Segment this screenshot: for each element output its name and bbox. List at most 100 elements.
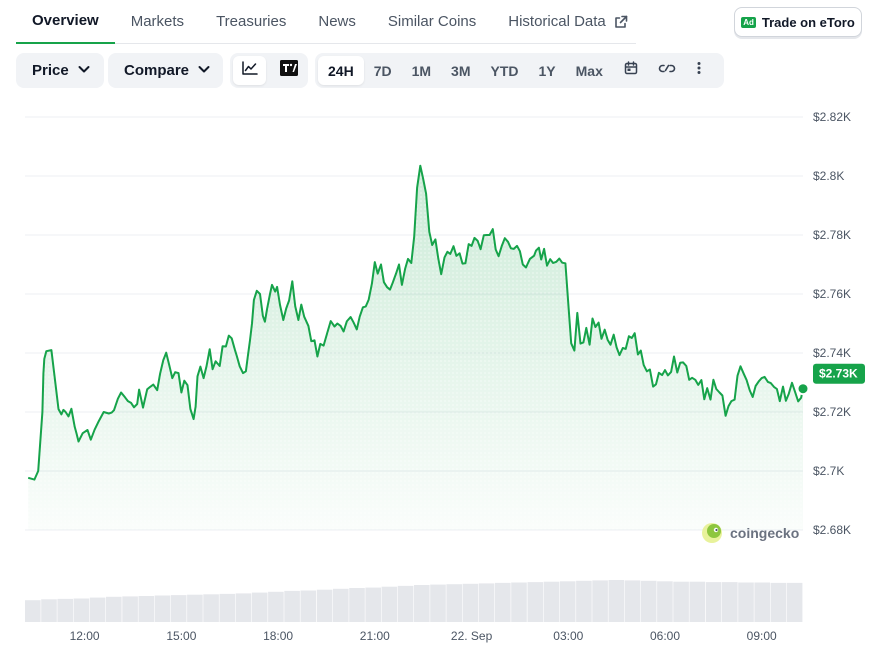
volume-bar [365,587,381,622]
price-chart[interactable]: $2.68K $2.7K $2.72K $2.74K $2.76K $2.78K $2.8K… [0,100,872,650]
share-link-button[interactable] [649,56,685,85]
volume-bar [495,582,511,622]
volume-bar [300,590,317,622]
volume-bar [203,594,219,622]
y-tick-label: $2.76K [813,287,851,301]
volume-bar [414,585,430,622]
x-tick-label: 21:00 [360,629,390,643]
y-tick-label: $2.8K [813,169,844,183]
volume-bar [576,580,592,622]
external-link-icon [614,15,628,29]
y-tick-label: $2.82K [813,110,851,124]
tab-markets[interactable]: Markets [115,0,200,44]
tab-historical-data-label: Historical Data [508,13,606,30]
volume-bar [722,582,738,622]
time-range-toolbar: 24H 7D 1M 3M YTD 1Y Max [315,53,724,88]
y-tick-label: $2.78K [813,228,851,242]
tradingview-icon [279,60,298,81]
chevron-down-icon [77,62,91,80]
y-tick-label: $2.68K [813,523,851,537]
range-3m-button[interactable]: 3M [441,56,480,85]
link-icon [658,61,676,80]
calendar-button[interactable] [613,56,649,85]
range-24h-button[interactable]: 24H [318,56,364,85]
x-tick-label: 12:00 [70,629,100,643]
x-tick-label: 15:00 [166,629,196,643]
volume-bar [251,592,268,622]
volume-bar [122,596,138,622]
volume-bar [154,595,171,622]
tradingview-button[interactable] [272,56,305,85]
volume-bar [349,588,365,622]
more-vertical-icon [697,61,701,80]
volume-bar [138,596,155,622]
volume-bar [106,596,122,622]
chevron-down-icon [197,62,211,80]
y-tick-label: $2.72K [813,405,851,419]
volume-bar [640,580,657,622]
volume-bar [446,584,462,622]
coingecko-logo-icon [702,523,722,543]
volume-bar [219,593,236,622]
trade-button-label: Trade on eToro [761,14,855,30]
compare-dropdown[interactable]: Compare [108,53,223,88]
volume-bar [786,582,803,622]
volume-bar [284,590,300,622]
coingecko-watermark: coingecko [702,523,799,543]
current-price-label: $2.73K [819,367,858,381]
tab-treasuries[interactable]: Treasuries [200,0,302,44]
volume-bar [170,595,187,622]
range-1m-button[interactable]: 1M [402,56,441,85]
x-tick-label: 22. Sep [451,629,493,643]
x-axis: 12:00 15:00 18:00 21:00 22. Sep 03:00 06:00 09:… [70,629,777,643]
volume-bar [608,580,625,622]
coingecko-watermark-text: coingecko [730,525,799,541]
volume-bar [657,581,673,622]
volume-bar [41,599,57,622]
volume-bar [268,591,284,622]
price-dropdown[interactable]: Price [16,53,104,88]
volume-bar [511,582,527,622]
calendar-icon [624,61,638,80]
volume-bar [316,589,333,622]
volume-bar [462,583,479,622]
more-options-button[interactable] [685,56,713,85]
volume-bar [673,581,689,622]
volume-bar [592,580,608,622]
range-max-button[interactable]: Max [566,56,613,85]
tab-historical-data[interactable]: Historical Data [492,0,644,44]
volume-bar [235,593,252,622]
volume-bar [543,581,560,622]
volume-bar [705,582,722,622]
volume-bar [73,598,90,622]
current-price-dot [796,382,810,396]
tab-news[interactable]: News [302,0,372,44]
range-ytd-button[interactable]: YTD [481,56,529,85]
x-tick-label: 18:00 [263,629,293,643]
tab-overview[interactable]: Overview [16,0,115,44]
volume-bar [754,582,770,622]
range-7d-button[interactable]: 7D [364,56,402,85]
tab-similar-coins[interactable]: Similar Coins [372,0,492,44]
volume-bar [559,581,576,622]
y-tick-label: $2.7K [813,464,844,478]
current-price-marker: $2.73K [796,363,865,396]
volume-bar [430,584,446,622]
volume-bar [397,585,414,622]
line-chart-icon [241,61,258,80]
line-chart-button[interactable] [233,56,266,85]
x-tick-label: 06:00 [650,629,680,643]
x-tick-label: 09:00 [747,629,777,643]
y-axis: $2.68K $2.7K $2.72K $2.74K $2.76K $2.78K $2.8K… [813,110,851,537]
y-tick-label: $2.74K [813,346,851,360]
volume-bar [187,594,203,622]
volume-bar [381,586,398,622]
volume-bar [89,597,106,622]
range-1y-button[interactable]: 1Y [529,56,566,85]
ad-badge: Ad [741,16,756,28]
price-area [27,164,804,530]
volume-bar [738,582,754,622]
tab-bar: Overview Markets Treasuries News Similar… [16,0,636,44]
trade-on-etoro-button[interactable]: Ad Trade on eToro [734,7,862,37]
compare-dropdown-label: Compare [124,62,190,79]
